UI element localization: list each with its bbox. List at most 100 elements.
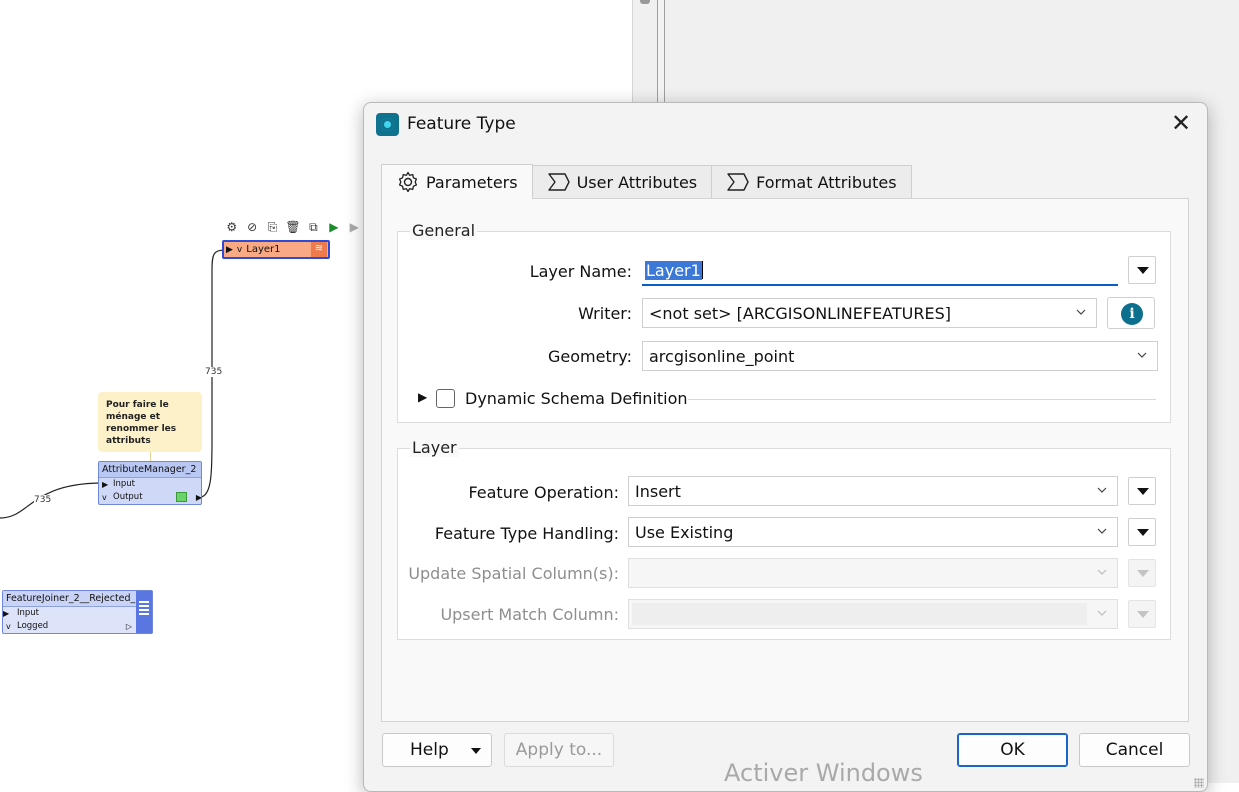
- feature-type-dialog: Feature Type ✕ Parameters User Attribute…: [363, 102, 1208, 792]
- feature-operation-value: Insert: [635, 481, 681, 501]
- input-port-label: Input: [17, 608, 40, 618]
- port-arrow-icon: ▶: [102, 480, 109, 489]
- geometry-select[interactable]: arcgisonline_point: [642, 341, 1158, 371]
- ok-button-label: OK: [1000, 740, 1025, 760]
- chevron-down-icon: [1076, 309, 1086, 315]
- disable-icon[interactable]: ⊘: [243, 219, 260, 235]
- update-spatial-select[interactable]: [628, 558, 1118, 588]
- expand-chevron-icon[interactable]: v: [237, 245, 242, 255]
- note-connector: [150, 452, 151, 461]
- feature-operation-label: Feature Operation:: [468, 483, 619, 502]
- feature-operation-select[interactable]: Insert: [628, 476, 1118, 506]
- logged-port-label: Logged: [17, 621, 49, 631]
- writer-label: Writer:: [578, 304, 632, 323]
- dropdown-triangle-icon: [1137, 529, 1149, 536]
- delete-icon[interactable]: 🗑: [284, 219, 301, 235]
- scrollbar-knob[interactable]: [640, 0, 650, 4]
- input-port[interactable]: ▶ Input: [99, 478, 201, 491]
- writer-select[interactable]: <not set> [ARCGISONLINEFEATURES]: [642, 298, 1097, 328]
- sigma-icon: [547, 173, 570, 191]
- port-arrow-icon: ▶: [3, 609, 10, 618]
- layer-name-value: Layer1: [645, 260, 702, 280]
- transformer-toolbar: ⚙ ⊘ ⎘ 🗑 ⧉ ▶ ▶: [223, 218, 363, 236]
- layer-group-title: Layer: [410, 438, 459, 457]
- fme-app-icon: [376, 113, 399, 136]
- layer1-label: Layer1: [246, 244, 281, 255]
- writer-info-button[interactable]: i: [1107, 297, 1155, 329]
- input-port[interactable]: ▶ Input: [3, 607, 152, 620]
- feature-joiner-rejected-transformer[interactable]: FeatureJoiner_2__Rejected_ ▶ Input v Log…: [2, 590, 153, 634]
- input-arrow-icon: ▶: [226, 244, 233, 255]
- tab-user-attributes-label: User Attributes: [576, 172, 698, 192]
- dropdown-triangle-icon: [1137, 267, 1149, 274]
- apply-to-button[interactable]: Apply to...: [504, 733, 614, 767]
- tab-parameters-label: Parameters: [426, 172, 518, 192]
- dropdown-triangle-icon: [1137, 570, 1149, 577]
- tab-user-attributes[interactable]: User Attributes: [531, 165, 713, 198]
- dropdown-triangle-icon: [1137, 488, 1149, 495]
- dialog-title: Feature Type: [407, 114, 516, 134]
- update-spatial-label: Update Spatial Column(s):: [408, 564, 619, 583]
- output-port-label: Output: [113, 492, 143, 502]
- update-spatial-menu-button[interactable]: [1128, 559, 1156, 587]
- cancel-button-label: Cancel: [1105, 740, 1164, 760]
- help-button-label: Help: [410, 740, 449, 760]
- layer-name-menu-button[interactable]: [1128, 256, 1156, 284]
- upsert-match-menu-button[interactable]: [1128, 600, 1156, 628]
- input-port-label: Input: [113, 479, 136, 489]
- dynamic-schema-checkbox[interactable]: [436, 389, 455, 408]
- annotation-note[interactable]: Pour faire le ménage et renommer les att…: [98, 392, 202, 452]
- divider: [688, 399, 1156, 400]
- feature-type-handling-select[interactable]: Use Existing: [628, 517, 1118, 547]
- geometry-value: arcgisonline_point: [649, 346, 795, 366]
- panel-splitter[interactable]: [657, 0, 665, 110]
- chevron-down-icon: [1137, 352, 1147, 358]
- cancel-button[interactable]: Cancel: [1079, 733, 1190, 767]
- tab-parameters[interactable]: Parameters: [381, 164, 533, 199]
- gear-icon[interactable]: ⚙: [223, 219, 240, 235]
- text-caret: [701, 261, 703, 279]
- writer-value: <not set> [ARCGISONLINEFEATURES]: [649, 303, 951, 323]
- output-port[interactable]: v Output ▶: [99, 491, 202, 504]
- upsert-match-select[interactable]: [628, 599, 1118, 629]
- tab-bar: Parameters User Attributes Format Attrib…: [381, 164, 912, 199]
- layer-name-input[interactable]: Layer1: [642, 256, 1118, 286]
- inspect-port-icon[interactable]: [176, 492, 187, 502]
- layer1-feature-type[interactable]: ▶ v Layer1 ≋: [222, 240, 330, 259]
- connection-count-left: 735: [34, 495, 52, 505]
- geometry-label: Geometry:: [547, 347, 632, 366]
- upsert-match-value: [632, 603, 1087, 625]
- gear-icon: [398, 171, 418, 193]
- transformer-title: AttributeManager_2: [99, 462, 201, 478]
- general-group-title: General: [410, 221, 478, 240]
- run-disabled-icon[interactable]: ▶: [346, 219, 363, 235]
- run-icon[interactable]: ▶: [325, 219, 342, 235]
- attribute-manager-transformer[interactable]: AttributeManager_2 ▶ Input v Output ▶: [98, 461, 202, 505]
- logged-port[interactable]: v Logged ▷: [3, 620, 152, 633]
- general-group: General Layer Name: Layer1 Writer: <not …: [397, 221, 1171, 423]
- expand-arrow-icon[interactable]: ▶: [418, 390, 427, 404]
- output-arrow-icon: ▶: [195, 493, 202, 502]
- feature-operation-menu-button[interactable]: [1128, 477, 1156, 505]
- logger-icon: [136, 591, 152, 633]
- chevron-down-icon: v: [102, 493, 107, 502]
- tab-format-attributes[interactable]: Format Attributes: [711, 165, 912, 198]
- dialog-titlebar[interactable]: Feature Type ✕: [364, 103, 1207, 145]
- help-button[interactable]: Help: [382, 733, 492, 767]
- copy-icon[interactable]: ⎘: [264, 219, 281, 235]
- layer-group: Layer Feature Operation: Insert Feature …: [397, 438, 1171, 640]
- dropdown-triangle-icon[interactable]: [471, 748, 481, 754]
- feature-type-handling-menu-button[interactable]: [1128, 518, 1156, 546]
- close-icon[interactable]: ✕: [1169, 111, 1193, 135]
- layers-stack-icon: ≋: [311, 242, 327, 257]
- inspect-icon[interactable]: ⧉: [305, 219, 322, 235]
- chevron-down-icon: [1097, 487, 1107, 493]
- tab-format-attributes-label: Format Attributes: [756, 172, 897, 192]
- chevron-down-icon: v: [6, 622, 11, 631]
- info-icon: i: [1121, 303, 1143, 325]
- chevron-down-icon: [1097, 528, 1107, 534]
- connection-count-vertical: 735: [205, 367, 223, 377]
- resize-grip-icon[interactable]: [1194, 778, 1204, 788]
- ok-button[interactable]: OK: [957, 733, 1068, 767]
- feature-type-handling-label: Feature Type Handling:: [434, 524, 619, 543]
